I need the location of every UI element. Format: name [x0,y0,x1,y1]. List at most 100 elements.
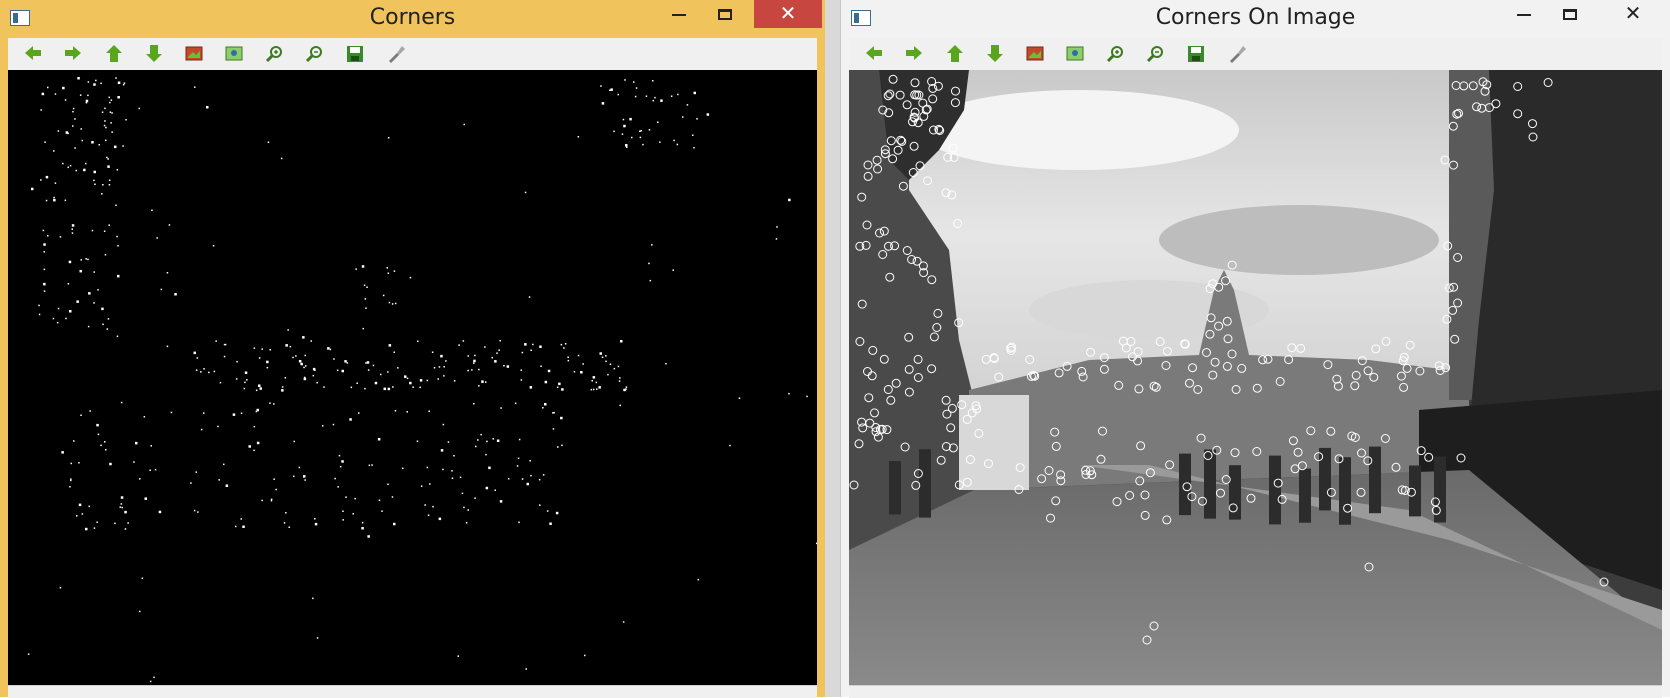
corner-point [287,329,289,331]
pan-up-button[interactable] [942,42,968,66]
corner-point [633,81,635,83]
pan-left-button[interactable] [20,42,46,66]
corner-point [116,335,119,338]
corner-point [459,476,462,479]
corner-point [224,343,227,346]
corner-point [427,514,430,516]
corners-image-canvas[interactable] [8,70,817,685]
corners-on-image-canvas[interactable] [849,70,1662,685]
minimize-button[interactable] [656,0,702,28]
corner-point [93,527,96,529]
corner-point [582,363,584,365]
corner-point [67,132,69,135]
corner-point [69,310,72,313]
pan-left-button[interactable] [861,42,887,66]
pan-up-button[interactable] [101,42,127,66]
pan-down-icon [146,45,162,62]
maximize-button[interactable] [1547,0,1593,28]
corner-point [363,284,366,286]
corner-point [499,500,503,503]
corner-point [622,118,625,121]
corner-point [122,145,124,147]
pan-right-button[interactable] [901,42,927,66]
corner-point [103,230,106,232]
corner-point [56,321,59,324]
corner-point [85,102,88,104]
titlebar[interactable]: Corners On Image ✕ [841,0,1670,38]
corner-point [619,404,621,407]
corner-point [242,525,245,528]
corner-point [266,360,269,364]
pan-down-button[interactable] [982,42,1008,66]
corner-point [560,416,563,420]
corner-point [619,377,621,379]
zoom-in-button[interactable] [262,42,288,66]
corner-point [101,307,104,311]
corner-point [73,440,75,442]
pan-right-button[interactable] [60,42,86,66]
corner-point [243,387,246,390]
corner-point [607,373,609,376]
save-button[interactable] [342,42,368,66]
corner-point [67,166,69,169]
zoom-fit-image-button[interactable] [181,42,207,66]
corner-point [546,510,549,512]
corner-point [447,441,450,443]
corner-point [45,199,48,202]
corner-point [59,587,62,589]
corner-point [298,466,301,469]
maximize-button[interactable] [702,0,748,28]
corner-point [552,428,555,430]
corner-point [149,469,151,471]
corner-point [652,99,654,102]
corner-point [125,119,127,121]
corner-point [426,466,429,469]
corner-point [346,362,349,364]
pan-right-icon [906,46,922,60]
corner-point [617,365,620,368]
corner-point [372,364,375,367]
corner-point [491,356,493,359]
zoom-fit-image-icon [1026,46,1044,61]
corner-point [270,498,273,501]
corner-point [253,425,256,428]
corner-point [104,107,106,110]
corner-point [218,479,220,481]
zoom-out-button[interactable] [1143,42,1169,66]
maximize-icon [1563,9,1577,20]
corner-point [467,369,469,372]
corner-point [100,82,102,85]
corner-point [223,463,225,466]
titlebar[interactable]: Corners ✕ [0,0,825,38]
corner-point [240,518,242,520]
corner-point [283,522,286,524]
corner-point [280,157,283,160]
zoom-out-button[interactable] [302,42,328,66]
zoom-in-button[interactable] [1103,42,1129,66]
corner-point [380,373,382,376]
zoom-fit-image-button[interactable] [1022,42,1048,66]
cloud [1159,205,1439,275]
corner-point [284,377,287,379]
corner-point [481,380,484,383]
corner-point [530,474,532,477]
corner-point [516,465,519,467]
properties-button[interactable] [1224,42,1250,66]
pan-down-button[interactable] [141,42,167,66]
corner-point [80,414,82,416]
properties-button[interactable] [383,42,409,66]
corner-point [151,209,153,211]
zoom-original-button[interactable] [1062,42,1088,66]
corner-point [477,439,479,441]
corner-point [431,351,434,353]
corner-point [42,229,45,232]
corner-point [665,363,667,365]
corner-point [542,407,544,409]
save-button[interactable] [1183,42,1209,66]
corner-point [85,258,87,260]
zoom-original-button[interactable] [221,42,247,66]
close-button[interactable]: ✕ [754,0,822,28]
close-button[interactable]: ✕ [1599,0,1667,28]
minimize-button[interactable] [1501,0,1547,28]
corner-point [402,467,404,470]
